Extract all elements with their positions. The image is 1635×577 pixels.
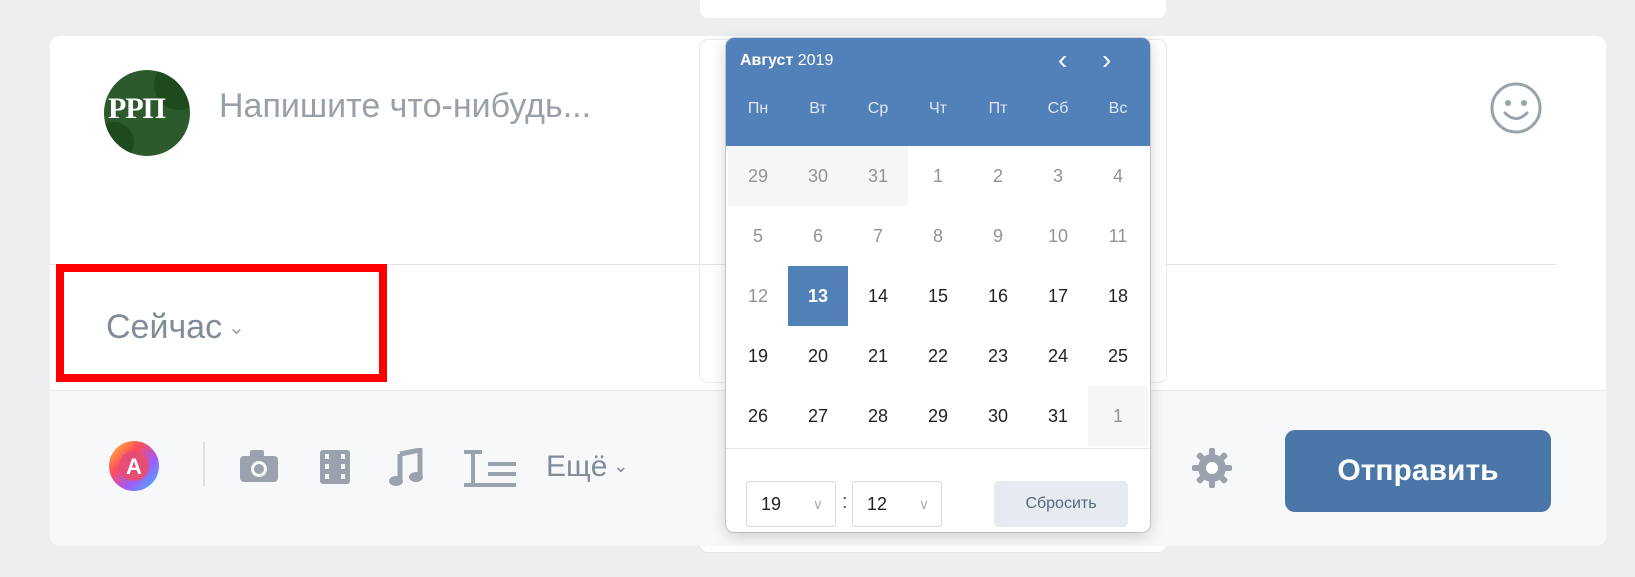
calendar-footer: 19 ∨ : 12 ∨ Сбросить [726,448,1150,532]
music-icon[interactable] [388,448,424,488]
calendar-day[interactable]: 14 [848,266,908,326]
chevron-down-icon: ⌄ [613,456,629,476]
calendar-day[interactable]: 15 [908,266,968,326]
time-separator: : [842,491,848,513]
chevron-down-icon: ∨ [918,495,929,512]
date-picker-popup: Август 2019 ‹ › Пн Вт Ср Чт Пт Сб Вс 29 … [726,38,1150,532]
divider [1166,264,1556,265]
calendar-day[interactable]: 21 [848,326,908,386]
article-icon[interactable] [462,448,518,488]
highlight-annotation-box [56,264,387,382]
calendar-day[interactable]: 2 [968,146,1028,206]
calendar-day[interactable]: 31 [848,146,908,206]
calendar-day[interactable]: 16 [968,266,1028,326]
calendar-month: Август [740,52,794,69]
calendar-day[interactable]: 6 [788,206,848,266]
avatar-label: РРП [108,92,166,125]
calendar-day[interactable]: 30 [968,386,1028,446]
calendar-day[interactable]: 27 [788,386,848,446]
calendar-day[interactable]: 28 [848,386,908,446]
hour-value: 19 [761,493,782,514]
calendar-day[interactable]: 31 [1028,386,1088,446]
calendar-day[interactable]: 5 [728,206,788,266]
calendar-day[interactable]: 19 [728,326,788,386]
calendar-day[interactable]: 4 [1088,146,1148,206]
calendar-day[interactable]: 25 [1088,326,1148,386]
chevron-down-icon: ∨ [812,495,823,512]
camera-icon[interactable] [238,448,280,484]
calendar-day[interactable]: 29 [728,146,788,206]
send-button[interactable]: Отправить [1285,430,1551,512]
text-color-icon[interactable]: A [106,438,162,494]
more-attachments-button[interactable]: Ещё ⌄ [546,450,628,484]
calendar-day[interactable]: 11 [1088,206,1148,266]
weekday-label: Вт [809,100,827,117]
reset-button[interactable]: Сбросить [994,481,1128,527]
hour-select[interactable]: 19 ∨ [746,481,836,527]
svg-text:A: A [126,454,142,479]
minute-value: 12 [867,493,888,514]
calendar-day[interactable]: 26 [728,386,788,446]
calendar-day[interactable]: 9 [968,206,1028,266]
calendar-day[interactable]: 30 [788,146,848,206]
calendar-day[interactable]: 17 [1028,266,1088,326]
calendar-day[interactable]: 3 [1028,146,1088,206]
calendar-day[interactable]: 8 [908,206,968,266]
minute-select[interactable]: 12 ∨ [852,481,942,527]
calendar-day[interactable]: 20 [788,326,848,386]
video-icon[interactable] [318,448,352,486]
calendar-day[interactable]: 24 [1028,326,1088,386]
chevron-left-icon[interactable]: ‹ [1058,44,1067,76]
calendar-days-grid: 29 30 31 1 2 3 4 5 6 7 8 9 10 11 12 13 1… [726,146,1150,446]
weekday-label: Чт [929,100,947,117]
more-label: Ещё [546,450,608,483]
weekday-label: Сб [1047,100,1069,117]
calendar-day-selected[interactable]: 13 [788,266,848,326]
calendar-weekdays: Пн Вт Ср Чт Пт Сб Вс [726,100,1150,118]
background-card-top [700,0,1166,18]
calendar-day[interactable]: 22 [908,326,968,386]
chevron-right-icon[interactable]: › [1102,44,1111,76]
calendar-day[interactable]: 1 [1088,386,1148,446]
calendar-day[interactable]: 18 [1088,266,1148,326]
smile-icon[interactable] [1488,80,1544,136]
toolbar-separator [203,442,205,486]
calendar-header: Август 2019 ‹ › Пн Вт Ср Чт Пт Сб Вс [726,38,1150,146]
calendar-month-title: Август 2019 [740,52,833,70]
calendar-day[interactable]: 10 [1028,206,1088,266]
calendar-day[interactable]: 1 [908,146,968,206]
weekday-label: Пн [747,100,769,117]
calendar-year: 2019 [797,52,834,69]
calendar-day[interactable]: 12 [728,266,788,326]
calendar-day[interactable]: 29 [908,386,968,446]
post-text-input[interactable]: Напишите что-нибудь... [219,87,591,126]
calendar-day[interactable]: 23 [968,326,1028,386]
calendar-day[interactable]: 7 [848,206,908,266]
weekday-label: Вс [1108,100,1128,117]
gear-icon[interactable] [1190,446,1234,490]
weekday-label: Ср [867,100,889,117]
avatar[interactable]: РРП [104,70,190,156]
weekday-label: Пт [988,100,1008,117]
